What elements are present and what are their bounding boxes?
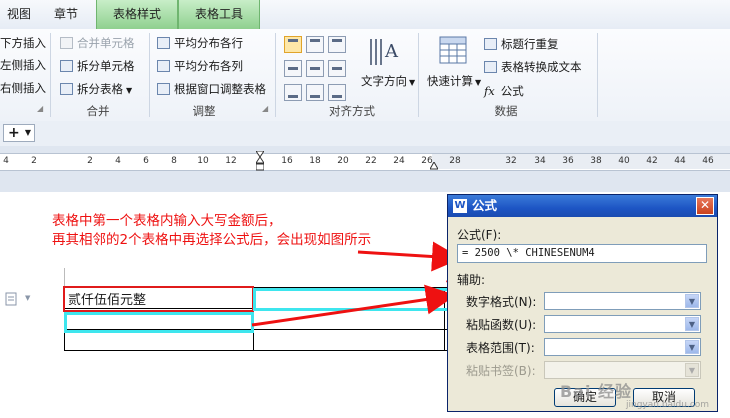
assist-label: 辅助: bbox=[457, 273, 486, 287]
paste-bookmark-select: ▼ bbox=[544, 361, 701, 379]
number-format-label: 数字格式(N): bbox=[466, 295, 537, 309]
close-icon: ✕ bbox=[699, 198, 711, 212]
watermark-url: jingyan.baidu.com bbox=[626, 400, 710, 410]
paste-function-select[interactable]: ▼ bbox=[544, 315, 701, 333]
dialog-titlebar[interactable]: W 公式 ✕ bbox=[448, 195, 717, 217]
number-format-select[interactable]: ▼ bbox=[544, 292, 701, 310]
dialog-title: 公式 bbox=[472, 198, 498, 213]
watermark-logo: Bai 经验 bbox=[560, 382, 633, 401]
table-range-select[interactable]: ▼ bbox=[544, 338, 701, 356]
chevron-down-icon: ▼ bbox=[685, 317, 699, 331]
chevron-down-icon: ▼ bbox=[685, 294, 699, 308]
chevron-down-icon: ▼ bbox=[685, 340, 699, 354]
close-button[interactable]: ✕ bbox=[696, 197, 714, 215]
paste-function-label: 粘贴函数(U): bbox=[466, 318, 537, 332]
paste-bookmark-label: 粘贴书签(B): bbox=[466, 364, 536, 378]
formula-label: 公式(F): bbox=[457, 228, 502, 242]
formula-input[interactable]: = 2500 \* CHINESENUM4 bbox=[457, 244, 707, 263]
table-range-label: 表格范围(T): bbox=[466, 341, 535, 355]
chevron-down-icon: ▼ bbox=[685, 363, 699, 377]
wps-logo-icon: W bbox=[453, 199, 467, 213]
